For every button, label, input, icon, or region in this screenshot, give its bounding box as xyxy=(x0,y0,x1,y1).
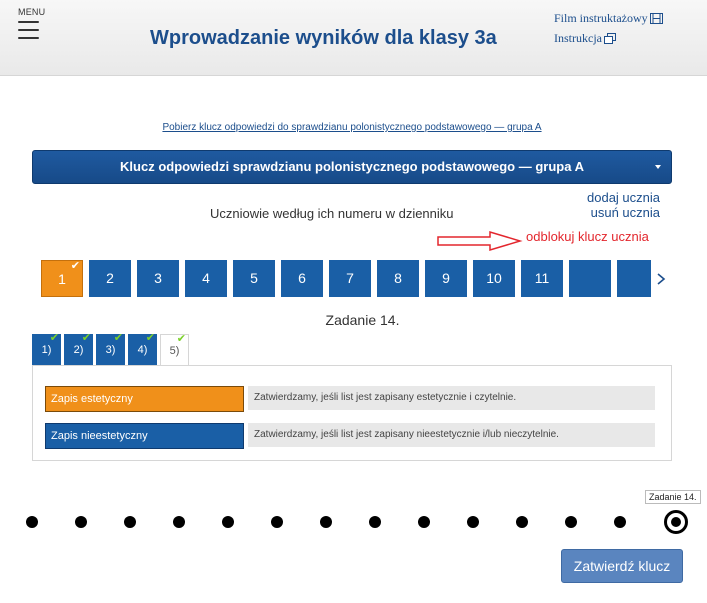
student-tile-11[interactable]: 11 xyxy=(521,260,563,297)
student-tile-number: 3 xyxy=(154,270,162,286)
tab-label: 1) xyxy=(41,344,52,356)
student-tile-10[interactable]: 10 xyxy=(473,260,515,297)
menu-label: MENU xyxy=(18,7,46,17)
copy-icon xyxy=(603,33,616,44)
hamburger-icon xyxy=(18,21,48,39)
task-label: Zadanie 14. xyxy=(325,312,400,328)
student-tile-5[interactable]: 5 xyxy=(233,260,275,297)
student-tile-number: 11 xyxy=(534,270,550,286)
timeline-dot[interactable] xyxy=(75,516,87,528)
option-description: Zatwierdzamy, jeśli list jest zapisany n… xyxy=(248,423,655,447)
option-row: Zapis estetyczny Zatwierdzamy, jeśli lis… xyxy=(45,386,655,412)
student-tile-4[interactable]: 4 xyxy=(185,260,227,297)
option-description: Zatwierdzamy, jeśli list jest zapisany e… xyxy=(248,386,655,410)
timeline-dot-current[interactable] xyxy=(664,510,688,534)
check-icon: ✔ xyxy=(176,333,186,345)
answer-key-dropdown[interactable]: Klucz odpowiedzi sprawdzianu polonistycz… xyxy=(32,150,672,184)
tab-label: 3) xyxy=(105,344,116,356)
tab-subtask-3[interactable]: 3) ✔ xyxy=(96,332,125,365)
student-tile-number: 1 xyxy=(58,271,66,287)
check-icon: ✔ xyxy=(81,332,91,344)
red-arrow-icon xyxy=(437,230,523,252)
student-tile-number: 4 xyxy=(202,270,210,286)
check-icon: ✔ xyxy=(145,332,155,344)
option-unaesthetic-button[interactable]: Zapis nieestetyczny xyxy=(45,423,244,449)
student-tile-number: 5 xyxy=(250,270,258,286)
timeline-dot[interactable] xyxy=(565,516,577,528)
option-row: Zapis nieestetyczny Zatwierdzamy, jeśli … xyxy=(45,423,655,449)
student-tile-13[interactable] xyxy=(617,260,651,297)
students-label: Uczniowie według ich numeru w dzienniku xyxy=(210,206,454,221)
header-bar: MENU Wprowadzanie wyników dla klasy 3a F… xyxy=(0,0,707,76)
menu-button[interactable]: MENU xyxy=(18,7,48,45)
task-timeline xyxy=(0,510,707,534)
student-tile-number: 6 xyxy=(298,270,306,286)
student-tile-3[interactable]: 3 xyxy=(137,260,179,297)
timeline-dot[interactable] xyxy=(271,516,283,528)
student-tile-number: 7 xyxy=(346,270,354,286)
timeline-dot[interactable] xyxy=(467,516,479,528)
answer-key-dropdown-value: Klucz odpowiedzi sprawdzianu polonistycz… xyxy=(120,159,584,174)
student-tile-number: 9 xyxy=(442,270,450,286)
check-icon: ✔ xyxy=(113,332,123,344)
student-tile-number: 8 xyxy=(394,270,402,286)
check-icon: ✔ xyxy=(70,260,80,272)
timeline-dot[interactable] xyxy=(26,516,38,528)
tab-label: 4) xyxy=(137,344,148,356)
tab-subtask-2[interactable]: 2) ✔ xyxy=(64,332,93,365)
timeline-dot[interactable] xyxy=(173,516,185,528)
timeline-dot[interactable] xyxy=(320,516,332,528)
student-tile-8[interactable]: 8 xyxy=(377,260,419,297)
confirm-key-button[interactable]: Zatwierdź klucz xyxy=(561,549,683,583)
tab-label: 5) xyxy=(169,345,180,357)
download-key-link[interactable]: Pobierz klucz odpowiedzi do sprawdzianu … xyxy=(0,122,704,133)
tab-subtask-1[interactable]: 1) ✔ xyxy=(32,332,61,365)
top-links: Film instruktażowy Instrukcja xyxy=(554,8,663,48)
add-student-link[interactable]: dodaj ucznia xyxy=(587,190,660,205)
student-tile-number: 10 xyxy=(486,270,502,286)
tutorial-video-link[interactable]: Film instruktażowy xyxy=(554,8,663,28)
instruction-label: Instrukcja xyxy=(554,31,602,45)
student-tile-7[interactable]: 7 xyxy=(329,260,371,297)
timeline-dot[interactable] xyxy=(418,516,430,528)
tab-subtask-4[interactable]: 4) ✔ xyxy=(128,332,157,365)
timeline-dot[interactable] xyxy=(369,516,381,528)
student-actions: dodaj ucznia usuń ucznia xyxy=(587,190,660,220)
tab-subtask-5[interactable]: 5) ✔ xyxy=(160,333,189,366)
timeline-dot[interactable] xyxy=(614,516,626,528)
timeline-dot[interactable] xyxy=(516,516,528,528)
unlock-student-key-link[interactable]: odblokuj klucz ucznia xyxy=(526,229,649,244)
caret-down-icon xyxy=(655,165,661,169)
remove-student-link[interactable]: usuń ucznia xyxy=(587,205,660,220)
timeline-dot[interactable] xyxy=(222,516,234,528)
student-tile-6[interactable]: 6 xyxy=(281,260,323,297)
student-tile-1[interactable]: 1 ✔ xyxy=(41,260,83,297)
task-tooltip: Zadanie 14. xyxy=(645,490,701,504)
tutorial-video-label: Film instruktażowy xyxy=(554,11,648,25)
student-tile-9[interactable]: 9 xyxy=(425,260,467,297)
student-tile-number: 2 xyxy=(106,270,114,286)
student-tile-2[interactable]: 2 xyxy=(89,260,131,297)
instruction-link[interactable]: Instrukcja xyxy=(554,28,663,48)
page-title: Wprowadzanie wyników dla klasy 3a xyxy=(150,27,497,49)
check-icon: ✔ xyxy=(49,332,59,344)
student-tile-12[interactable] xyxy=(569,260,611,297)
tab-label: 2) xyxy=(73,344,84,356)
option-aesthetic-button[interactable]: Zapis estetyczny xyxy=(45,386,244,412)
chevron-right-icon[interactable] xyxy=(656,272,666,286)
scoring-panel: Zapis estetyczny Zatwierdzamy, jeśli lis… xyxy=(32,365,672,461)
timeline-dot[interactable] xyxy=(124,516,136,528)
film-icon xyxy=(649,13,663,24)
